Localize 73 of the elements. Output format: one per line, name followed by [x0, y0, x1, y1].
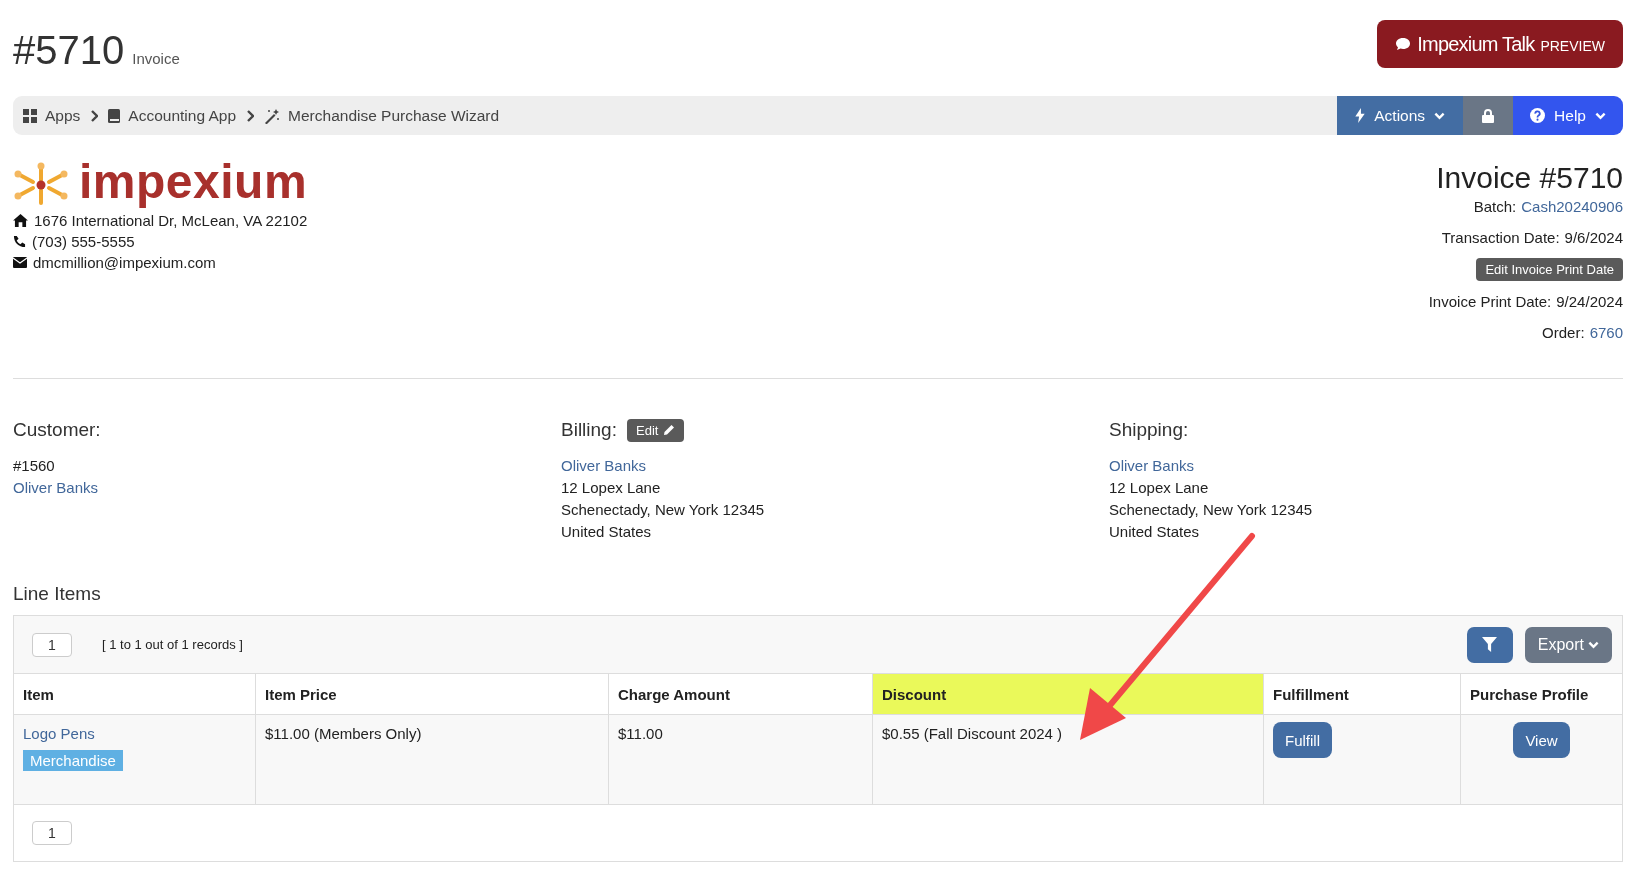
page-subtitle: Invoice — [132, 50, 180, 67]
phone-text: (703) 555-5555 — [32, 232, 135, 252]
filter-icon — [1482, 637, 1498, 652]
field-label: Transaction Date: — [1441, 228, 1560, 248]
email-text: dmcmillion@impexium.com — [33, 253, 216, 273]
records-count: [ 1 to 1 out of 1 records ] — [102, 637, 243, 652]
magic-wand-icon — [264, 107, 281, 124]
starburst-logo-icon — [13, 162, 69, 208]
breadcrumb-link[interactable]: Merchandise Purchase Wizard — [264, 106, 500, 125]
page-title: #5710 — [13, 28, 125, 73]
book-icon — [108, 108, 121, 123]
section-heading: Billing: — [561, 419, 617, 441]
chat-button[interactable]: Impexium Talk PREVIEW — [1377, 20, 1623, 68]
lock-button[interactable] — [1463, 96, 1514, 135]
column-header: Charge Amount — [608, 673, 873, 715]
field-link[interactable]: Cash20240906 — [1521, 196, 1623, 217]
name-link[interactable]: Oliver Banks — [13, 477, 99, 499]
logo-wordmark: impexium — [79, 154, 308, 210]
table-cell: $11.00 (Members Only) — [255, 714, 609, 805]
question-circle-icon — [1530, 108, 1546, 123]
field-label: Order: — [1542, 323, 1585, 343]
invoice-title: Invoice #5710 — [1436, 160, 1623, 196]
phone-icon — [13, 235, 26, 248]
column-header: Fulfillment — [1263, 673, 1461, 715]
chevron-right-icon — [246, 109, 255, 122]
address-line: 12 Lopex Lane — [561, 478, 661, 498]
caret-down-icon — [1588, 640, 1599, 649]
caret-down-icon — [1434, 111, 1446, 120]
address-line: Schenectady, New York 12345 — [561, 500, 765, 520]
actions-button[interactable]: Actions — [1337, 96, 1464, 135]
breadcrumb-link[interactable]: Accounting App — [108, 106, 237, 125]
address-line: #1560 — [13, 456, 55, 476]
address-line: United States — [561, 522, 652, 542]
field-value: 9/24/2024 — [1556, 292, 1623, 312]
column-header: Purchase Profile — [1460, 673, 1622, 715]
column-header: Item — [14, 673, 256, 715]
address-line: 12 Lopex Lane — [1109, 478, 1209, 498]
section-heading: Customer: — [13, 419, 101, 441]
address-line: United States — [1109, 522, 1200, 542]
speech-bubble-icon — [1395, 37, 1412, 51]
page-button[interactable]: 1 — [32, 821, 72, 845]
lightning-icon — [1355, 108, 1366, 123]
home-icon — [13, 214, 28, 227]
breadcrumb-link[interactable]: Apps — [23, 106, 81, 125]
caret-down-icon — [1595, 111, 1606, 120]
column-header: Item Price — [255, 673, 609, 715]
field-value: 9/6/2024 — [1564, 228, 1623, 248]
fulfill-button[interactable]: Fulfill — [1273, 722, 1332, 758]
category-tag: Merchandise — [23, 750, 123, 771]
section-heading: Shipping: — [1109, 419, 1189, 441]
page-button[interactable]: 1 — [32, 632, 72, 657]
view-button[interactable]: View — [1513, 722, 1570, 758]
name-link[interactable]: Oliver Banks — [1109, 455, 1195, 477]
export-button[interactable]: Export — [1524, 626, 1612, 663]
address-line: Schenectady, New York 12345 — [1109, 500, 1313, 520]
grid-icon — [23, 108, 37, 123]
table-cell: $11.00 — [608, 714, 873, 805]
edit-date-button[interactable]: Edit Invoice Print Date — [1476, 258, 1623, 281]
chevron-right-icon — [90, 109, 99, 122]
envelope-icon — [13, 257, 27, 268]
help-button[interactable]: Help — [1513, 96, 1623, 135]
field-link[interactable]: 6760 — [1589, 322, 1623, 343]
name-link[interactable]: Oliver Banks — [561, 455, 647, 477]
column-header: Discount — [872, 673, 1264, 715]
section-heading: Line Items — [13, 582, 102, 606]
field-label: Invoice Print Date: — [1428, 292, 1552, 312]
filter-button[interactable] — [1466, 626, 1513, 663]
field-label: Batch: — [1473, 197, 1517, 217]
lock-icon — [1482, 108, 1495, 123]
address-text: 1676 International Dr, McLean, VA 22102 — [34, 211, 308, 231]
pencil-icon — [663, 424, 676, 436]
edit-button[interactable]: Edit — [627, 418, 685, 442]
item-link[interactable]: Logo Pens — [23, 725, 246, 742]
